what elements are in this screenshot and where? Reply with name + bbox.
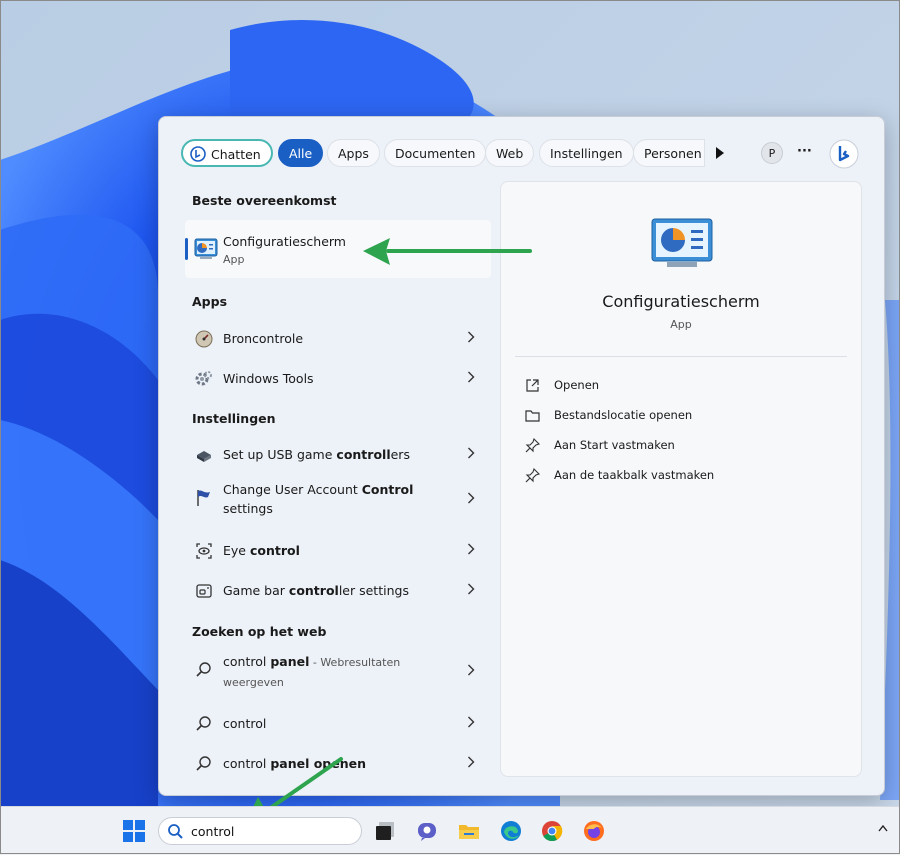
more-options-glyph: ··· — [797, 144, 812, 159]
app-item-broncontrole[interactable]: Broncontrole — [185, 321, 491, 357]
filter-label: Web — [496, 146, 524, 161]
chevron-up-icon[interactable] — [878, 824, 888, 832]
action-open[interactable]: Openen — [525, 375, 845, 397]
item-label: Set up USB game controllers — [223, 447, 410, 462]
filter-label: Documenten — [395, 146, 476, 161]
web-heading: Zoeken op het web — [192, 624, 327, 639]
filter-all-tab[interactable]: Alle — [278, 139, 324, 167]
item-label: control panel openen — [223, 756, 366, 771]
chevron-right-icon — [468, 543, 475, 555]
web-item-control[interactable]: control — [185, 706, 491, 742]
chevron-right-icon — [468, 664, 475, 676]
filter-web-tab[interactable]: Web — [485, 139, 535, 167]
taskbar-search-input[interactable] — [191, 822, 351, 840]
web-item-control-panel[interactable]: control panel - Webresultaten weergeven — [185, 647, 491, 693]
edge-icon[interactable] — [500, 820, 522, 842]
pin-icon — [525, 468, 540, 483]
filter-label: Apps — [338, 146, 369, 161]
filter-apps-tab[interactable]: Apps — [327, 139, 380, 167]
search-panel: Chatten Alle Apps Documenten Web Instell… — [158, 116, 885, 796]
file-explorer-icon[interactable] — [458, 820, 480, 842]
taskbar-search-box[interactable] — [158, 817, 362, 845]
filter-label: Instellingen — [550, 146, 623, 161]
divider — [515, 356, 847, 357]
item-label: control — [223, 716, 267, 731]
chevron-right-icon — [468, 371, 475, 383]
item-label: Change User Account Control settings — [223, 482, 414, 516]
chrome-icon[interactable] — [541, 820, 563, 842]
filter-label: Personen — [644, 146, 702, 161]
bing-chat-icon — [190, 146, 206, 162]
action-label: Openen — [554, 378, 600, 392]
action-pin-to-start[interactable]: Aan Start vastmaken — [525, 435, 845, 457]
chevron-right-icon — [468, 447, 475, 459]
item-label: Broncontrole — [223, 331, 304, 346]
taskbar — [0, 806, 900, 855]
filter-label: Alle — [289, 146, 313, 161]
action-label: Aan Start vastmaken — [554, 438, 675, 452]
usb-controller-icon — [197, 451, 211, 462]
eye-control-icon — [196, 543, 212, 559]
chevron-right-icon — [468, 492, 475, 504]
windows-start-icon[interactable] — [123, 820, 145, 842]
best-match-item[interactable]: Configuratiescherm App — [185, 220, 491, 278]
game-bar-icon — [196, 584, 212, 598]
chevron-right-icon — [468, 583, 475, 595]
chevron-right-icon — [468, 716, 475, 728]
best-match-heading: Beste overeenkomst — [192, 193, 337, 208]
selection-indicator — [185, 238, 188, 260]
search-icon — [196, 716, 211, 731]
best-match-title: Configuratiescherm — [223, 234, 346, 249]
scroll-right-icon[interactable] — [715, 147, 725, 159]
open-icon — [526, 379, 539, 392]
preview-title: Configuratiescherm — [602, 292, 760, 311]
control-panel-icon — [651, 218, 713, 267]
teams-icon[interactable] — [416, 820, 438, 842]
search-icon — [196, 756, 211, 771]
chevron-right-icon — [468, 756, 475, 768]
settings-heading: Instellingen — [192, 411, 276, 426]
results-list: Beste overeenkomst Configuratiescherm Ap… — [159, 181, 499, 795]
firefox-icon[interactable] — [583, 820, 605, 842]
item-label: control panel - Webresultaten weergeven — [223, 654, 401, 689]
apps-heading: Apps — [192, 294, 228, 309]
item-label: Eye control — [223, 543, 300, 558]
item-label: Game bar controller settings — [223, 583, 409, 598]
more-options-button[interactable]: ··· — [797, 144, 812, 159]
task-view-icon[interactable] — [374, 820, 396, 842]
profile-initial: P — [768, 147, 776, 160]
web-item-control-panel-open[interactable]: control panel openen — [185, 746, 491, 782]
filter-documents-tab[interactable]: Documenten — [384, 139, 487, 167]
search-icon — [168, 824, 183, 839]
filter-bar: Chatten Alle Apps Documenten Web Instell… — [181, 139, 871, 169]
filter-chat-button[interactable]: Chatten — [181, 139, 273, 167]
windows-tools-icon — [195, 371, 212, 386]
action-open-file-location[interactable]: Bestandslocatie openen — [525, 405, 845, 427]
pin-icon — [525, 438, 540, 453]
setting-item-game-bar[interactable]: Game bar controller settings — [185, 573, 491, 609]
resource-monitor-icon — [195, 330, 213, 348]
action-label: Aan de taakbalk vastmaken — [554, 468, 715, 482]
filter-label: Chatten — [211, 147, 261, 162]
preview-pane: Configuratiescherm App Openen Bestandslo… — [500, 181, 862, 777]
app-item-windows-tools[interactable]: Windows Tools — [185, 361, 491, 397]
profile-avatar[interactable]: P — [761, 142, 783, 164]
chevron-right-icon — [468, 331, 475, 343]
preview-subtitle: App — [670, 318, 692, 331]
setting-item-uac[interactable]: Change User Account Control settings — [185, 475, 491, 521]
action-pin-to-taskbar[interactable]: Aan de taakbalk vastmaken — [525, 465, 845, 487]
setting-item-eye-control[interactable]: Eye control — [185, 533, 491, 569]
control-panel-icon — [194, 238, 218, 259]
filter-settings-tab[interactable]: Instellingen — [539, 139, 634, 167]
setting-item-usb-controllers[interactable]: Set up USB game controllers — [185, 437, 491, 473]
search-icon — [196, 662, 211, 677]
uac-flag-icon — [197, 490, 210, 506]
action-label: Bestandslocatie openen — [554, 408, 693, 422]
filter-people-tab[interactable]: Personen — [633, 139, 705, 167]
folder-icon — [525, 410, 540, 422]
bing-icon[interactable] — [829, 139, 859, 169]
best-match-subtitle: App — [223, 253, 245, 266]
item-label: Windows Tools — [223, 371, 314, 386]
